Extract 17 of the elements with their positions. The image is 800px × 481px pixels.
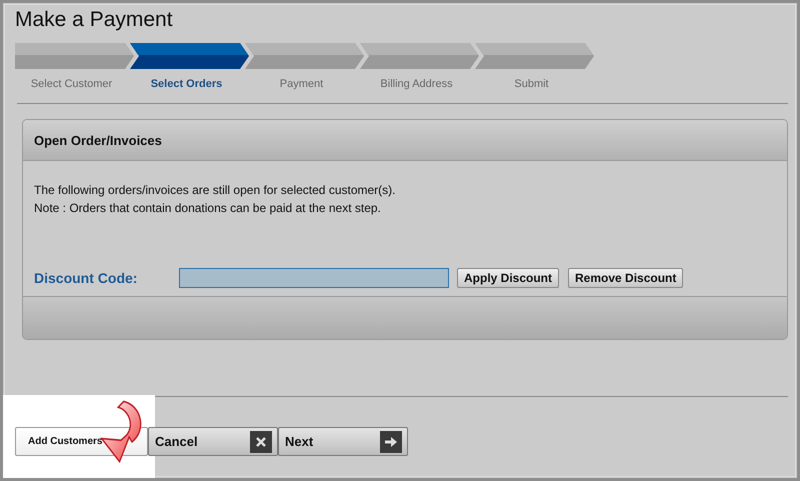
panel-title: Open Order/Invoices: [34, 132, 162, 148]
next-button[interactable]: Next: [278, 427, 408, 456]
arrow-right-icon: [380, 430, 402, 452]
step-label: Select Customer: [30, 78, 112, 90]
step-label: Billing Address: [380, 78, 453, 90]
discount-button[interactable]: Remove Discount: [568, 268, 684, 288]
step-label: Payment: [280, 78, 324, 90]
discount-code-field[interactable]: [179, 268, 449, 288]
field-label: Discount Code:: [34, 270, 138, 286]
close-icon: [250, 430, 272, 452]
cancel-button[interactable]: Cancel: [148, 427, 278, 456]
discount-button[interactable]: Apply Discount: [457, 268, 560, 288]
window-title: Make a Payment: [15, 7, 174, 33]
step-label: Select Orders: [150, 78, 222, 90]
info-text: Note : Orders that contain donations can be paid at the next step.: [34, 200, 382, 217]
step-label: Submit: [514, 78, 549, 90]
info-text: The following orders/invoices are still open for selected customer(s).: [34, 182, 396, 199]
